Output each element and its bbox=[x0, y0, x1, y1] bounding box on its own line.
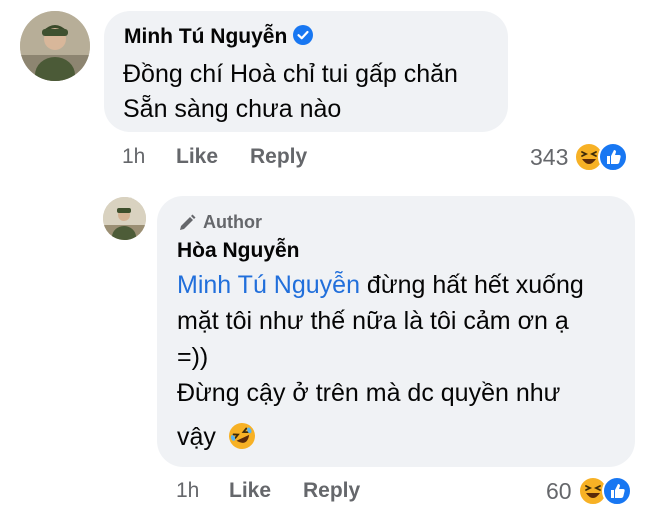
mention-link[interactable]: Minh Tú Nguyễn bbox=[177, 271, 360, 299]
reply-text-line: =)) bbox=[177, 343, 209, 371]
reaction-count: 343 bbox=[530, 143, 569, 170]
avatar-hoa[interactable] bbox=[103, 197, 146, 240]
pen-icon bbox=[180, 214, 196, 230]
rofl-emoji-icon bbox=[228, 423, 255, 449]
reply-text-line: Đừng cậy ở trên mà dc quyền như bbox=[177, 379, 561, 407]
comment-text-line: Sẵn sàng chưa nào bbox=[123, 95, 342, 123]
like-button[interactable]: Like bbox=[229, 479, 271, 503]
reply-button[interactable]: Reply bbox=[303, 479, 360, 503]
comment-text-line: Đồng chí Hoà chỉ tui gấp chăn bbox=[123, 60, 458, 88]
like-icon bbox=[598, 142, 629, 172]
reply-text-line: vậy bbox=[177, 420, 257, 455]
reaction-count: 60 bbox=[546, 477, 572, 504]
reply-author-name[interactable]: Hòa Nguyễn bbox=[177, 239, 300, 263]
author-badge: Author bbox=[177, 212, 262, 233]
comment-actions: 1h Like Reply bbox=[122, 145, 422, 169]
timestamp[interactable]: 1h bbox=[122, 145, 145, 169]
reply-text-line: mặt tôi như thế nữa là tôi cảm ơn ạ bbox=[177, 307, 569, 335]
reply-button[interactable]: Reply bbox=[250, 145, 307, 169]
like-icon bbox=[601, 476, 632, 506]
reply-actions: 1h Like Reply bbox=[176, 479, 476, 503]
avatar-minh-tu[interactable] bbox=[20, 11, 90, 81]
reply-text-fragment: vậy bbox=[177, 423, 216, 451]
reply-text-fragment: đừng hất hết xuống bbox=[359, 271, 584, 299]
like-button[interactable]: Like bbox=[176, 145, 218, 169]
reaction-summary[interactable]: 60 bbox=[546, 476, 632, 506]
reaction-summary[interactable]: 343 bbox=[530, 142, 629, 172]
timestamp[interactable]: 1h bbox=[176, 479, 199, 503]
reply-text-line: Minh Tú Nguyễn đừng hất hết xuống bbox=[177, 268, 584, 303]
comment-author-name[interactable]: Minh Tú Nguyễn bbox=[124, 25, 314, 49]
author-badge-label: Author bbox=[203, 212, 262, 232]
author-name-text[interactable]: Minh Tú Nguyễn bbox=[124, 25, 287, 48]
verified-badge-icon bbox=[293, 25, 314, 45]
